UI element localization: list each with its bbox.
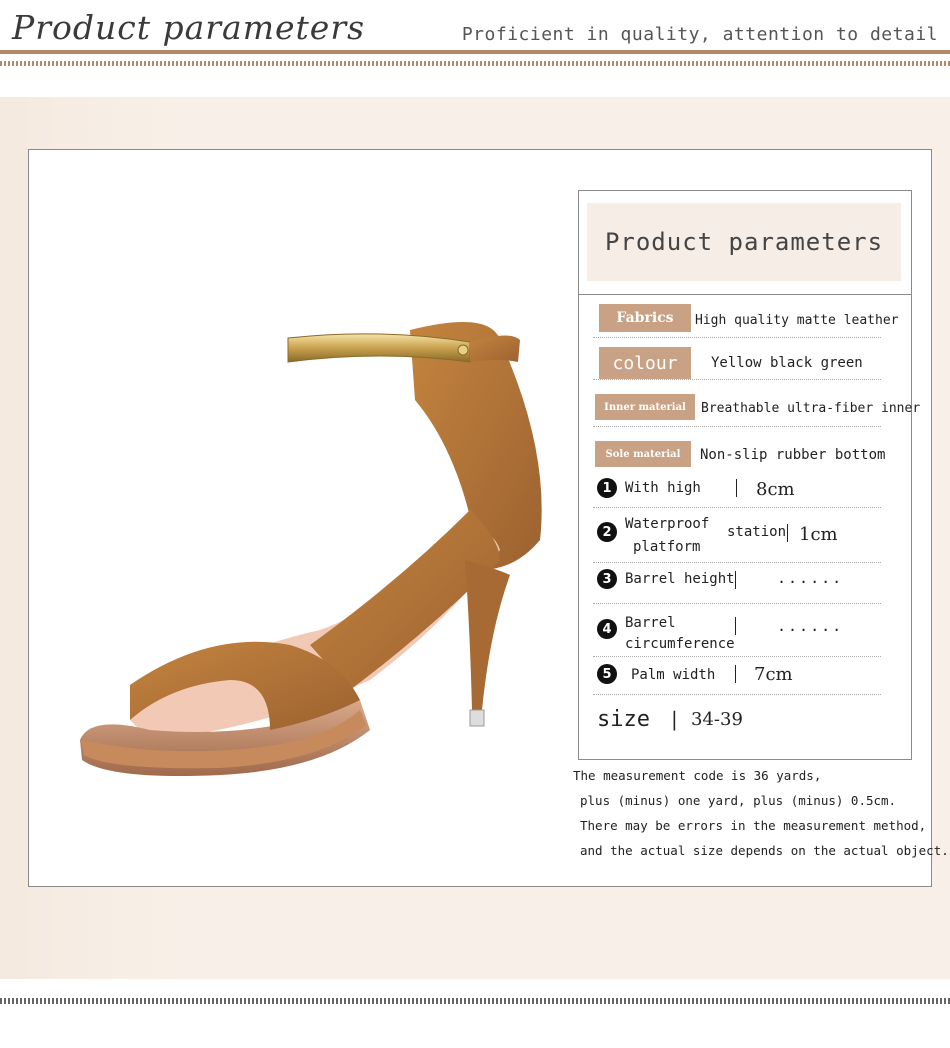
measure-label-2a: Waterproof — [625, 516, 710, 532]
header-slogan: Proficient in quality, attention to deta… — [461, 24, 938, 45]
measure-label-4a: Barrel — [625, 615, 676, 631]
value-sole-material: Non-slip rubber bottom — [700, 447, 886, 463]
number-badge-3: 3 — [597, 569, 617, 589]
measure-label-4b: circumference — [625, 636, 735, 652]
measure-label-3: Barrel height — [625, 571, 735, 587]
note-line-1: The measurement code is 36 yards, — [573, 768, 822, 783]
measure-value-1: 8cm — [756, 479, 795, 500]
spec-divider — [579, 294, 911, 295]
separator — [787, 524, 788, 542]
number-badge-5: 5 — [597, 664, 617, 684]
note-line-2: plus (minus) one yard, plus (minus) 0.5c… — [580, 793, 897, 808]
value-fabrics: High quality matte leather — [695, 313, 899, 328]
heel-tip — [469, 709, 485, 727]
measure-label-1: With high — [625, 480, 701, 496]
size-value: 34-39 — [691, 709, 743, 730]
separator — [736, 479, 737, 497]
dotline — [593, 656, 881, 657]
number-badge-4: 4 — [597, 619, 617, 639]
separator — [735, 571, 736, 589]
gold-ankle-strap — [287, 333, 471, 363]
dotline — [593, 337, 881, 338]
spec-heading: Product parameters — [587, 203, 901, 281]
measure-extra-2: station — [727, 524, 787, 540]
tag-inner-material: Inner material — [595, 394, 695, 420]
header-divider — [0, 50, 950, 54]
tag-fabrics: Fabrics — [599, 304, 691, 332]
strap-rivet — [457, 344, 469, 356]
hatch-divider-bottom — [0, 998, 950, 1004]
tag-sole-material: Sole material — [595, 441, 691, 467]
note-line-3: There may be errors in the measurement m… — [580, 818, 927, 833]
hatch-divider-top — [0, 61, 950, 66]
number-badge-1: 1 — [597, 478, 617, 498]
tag-colour: colour — [599, 347, 691, 379]
dotline — [593, 694, 881, 695]
size-label: size — [597, 707, 650, 732]
stiletto-heel — [465, 560, 510, 710]
measure-value-3: ...... — [777, 569, 844, 587]
measure-label-5: Palm width — [631, 667, 716, 683]
dotline — [593, 603, 881, 604]
measure-value-2: 1cm — [799, 524, 838, 545]
measure-value-4: ...... — [777, 617, 844, 635]
spec-panel: Product parameters Fabrics High quality … — [578, 190, 920, 760]
value-colour: Yellow black green — [711, 355, 863, 371]
dotline — [593, 379, 881, 380]
number-badge-2: 2 — [597, 522, 617, 542]
dotline — [593, 426, 881, 427]
note-line-4: and the actual size depends on the actua… — [580, 843, 949, 858]
value-inner-material: Breathable ultra-fiber inner — [701, 401, 921, 416]
size-separator: | — [671, 707, 678, 731]
measure-label-2b: platform — [633, 539, 701, 555]
measure-value-5: 7cm — [754, 664, 793, 685]
separator — [735, 617, 736, 635]
dotline — [593, 507, 881, 508]
sandal-image — [80, 322, 542, 776]
separator — [735, 665, 736, 683]
header-title: Product parameters — [12, 8, 366, 47]
dotline — [593, 562, 881, 563]
